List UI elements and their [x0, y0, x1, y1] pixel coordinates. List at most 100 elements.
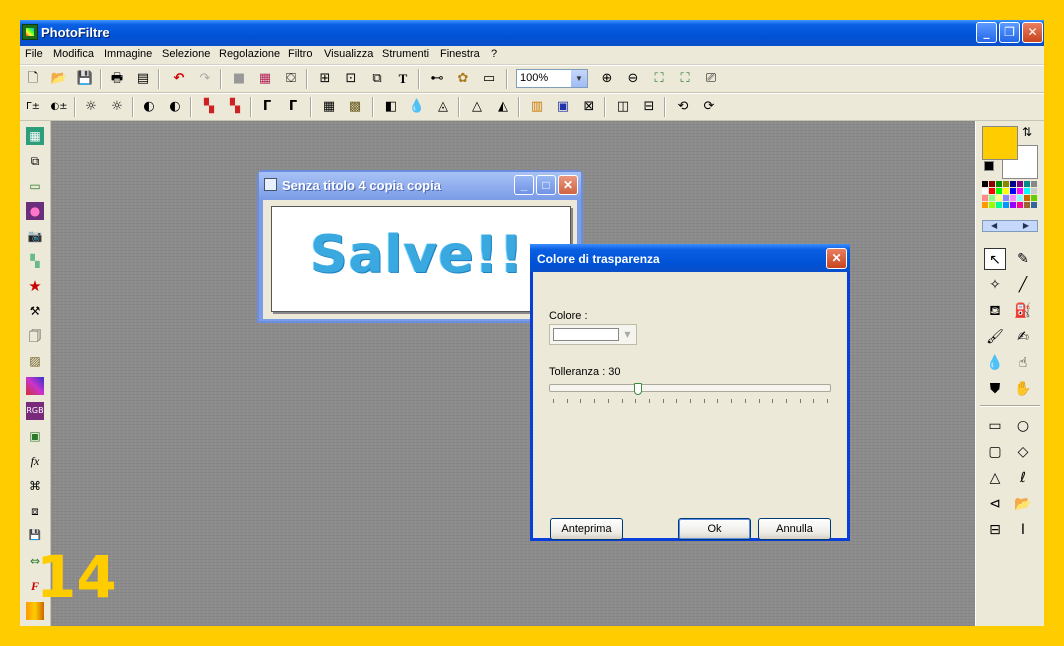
- rounded-rectangle-selection-icon[interactable]: ▢: [984, 441, 1006, 463]
- explorer-icon[interactable]: ⊷: [428, 70, 446, 88]
- drop-small-icon[interactable]: 💧: [408, 98, 426, 116]
- foreground-color-swatch[interactable]: [982, 126, 1018, 160]
- ok-button[interactable]: Ok: [678, 518, 751, 540]
- camera-icon[interactable]: 📷: [26, 227, 44, 245]
- smudge-tool-icon[interactable]: ☝: [1012, 352, 1034, 374]
- color-grid-icon[interactable]: ▦: [256, 70, 274, 88]
- function-icon[interactable]: fx: [26, 452, 44, 470]
- menu-visualizza[interactable]: Visualizza: [324, 48, 373, 60]
- palette-navigation[interactable]: ◀ ▶: [982, 220, 1038, 232]
- sharpen-more-icon[interactable]: ◭: [494, 98, 512, 116]
- load-selection-icon[interactable]: 📂: [1012, 493, 1034, 515]
- scanner-icon[interactable]: ▤: [134, 70, 152, 88]
- rotate-left-icon[interactable]: ⟲: [674, 98, 692, 116]
- advanced-brush-tool-icon[interactable]: ✍: [1012, 326, 1034, 348]
- app-icon[interactable]: [22, 24, 38, 40]
- rectangle-selection-icon[interactable]: ▭: [984, 415, 1006, 437]
- menu-strumenti[interactable]: Strumenti: [382, 48, 429, 60]
- flip-horizontal-icon[interactable]: ◫: [614, 98, 632, 116]
- grayscale-icon[interactable]: ◧: [382, 98, 400, 116]
- polygon-selection-icon[interactable]: ⊲: [984, 493, 1006, 515]
- texture-icon[interactable]: ▩: [346, 98, 364, 116]
- auto-contrast-icon[interactable]: ◐±: [50, 98, 68, 116]
- blur-tool-icon[interactable]: 💧: [984, 352, 1006, 374]
- redo-icon[interactable]: ↷: [196, 70, 214, 88]
- grid-icon[interactable]: ▦: [320, 98, 338, 116]
- picture-icon[interactable]: ▨: [26, 352, 44, 370]
- print-icon[interactable]: 🖶: [108, 70, 126, 88]
- page-curl-icon[interactable]: 🗍: [26, 327, 44, 345]
- spray-tool-icon[interactable]: ⛽: [1012, 300, 1034, 322]
- tiles-icon[interactable]: ▚: [26, 252, 44, 270]
- stamp-tool-icon[interactable]: ⛊: [984, 378, 1006, 400]
- star-icon[interactable]: ★: [26, 277, 44, 295]
- triangle-selection-icon[interactable]: △: [984, 467, 1006, 489]
- effect-icon[interactable]: ⊠: [580, 98, 598, 116]
- saturation-plus-icon[interactable]: ▚: [226, 98, 244, 116]
- image-canvas[interactable]: Salve!!: [271, 206, 571, 312]
- brightness-plus-icon[interactable]: ☼: [108, 98, 126, 116]
- transparency-icon[interactable]: ⛋: [282, 70, 300, 88]
- clover-icon[interactable]: ⌘: [26, 477, 44, 495]
- contrast-minus-icon[interactable]: ◐: [140, 98, 158, 116]
- swap-colors-icon[interactable]: ⇅: [1022, 125, 1032, 139]
- gamma-plus-icon[interactable]: Γ: [284, 98, 302, 116]
- tolerance-slider-track[interactable]: [549, 384, 831, 392]
- chevron-down-icon[interactable]: ▼: [571, 70, 587, 87]
- sharpen-icon[interactable]: △: [468, 98, 486, 116]
- flip-vertical-icon[interactable]: ⊟: [640, 98, 658, 116]
- menu-file[interactable]: File: [25, 48, 43, 60]
- rgb-icon[interactable]: RGB: [26, 402, 44, 420]
- diamond-selection-icon[interactable]: ◇: [1012, 441, 1034, 463]
- save-icon[interactable]: 💾: [76, 70, 94, 88]
- text-selection-icon[interactable]: Ⅰ: [1012, 519, 1034, 541]
- image-close-button[interactable]: ✕: [558, 175, 578, 195]
- pointer-tool-icon[interactable]: ↖: [984, 248, 1006, 270]
- outline-icon[interactable]: ⧈: [26, 502, 44, 520]
- chevron-right-icon[interactable]: ▶: [1023, 221, 1029, 231]
- menu-selezione[interactable]: Selezione: [162, 48, 210, 60]
- restore-button[interactable]: ❐: [999, 22, 1020, 43]
- display-icon[interactable]: ▭: [26, 177, 44, 195]
- canvas-size-icon[interactable]: ⊞: [316, 70, 334, 88]
- menu-finestra[interactable]: Finestra: [440, 48, 480, 60]
- minimize-button[interactable]: _: [976, 22, 997, 43]
- magic-wand-tool-icon[interactable]: ✧: [984, 274, 1006, 296]
- brightness-minus-icon[interactable]: ☼: [82, 98, 100, 116]
- reset-colors-icon[interactable]: [984, 161, 994, 171]
- text-tool-icon[interactable]: T: [394, 70, 412, 88]
- image-window-titlebar[interactable]: Senza titolo 4 copia copia _ □ ✕: [259, 172, 581, 198]
- chevron-left-icon[interactable]: ◀: [991, 221, 997, 231]
- frame-icon[interactable]: ▣: [26, 427, 44, 445]
- chevron-down-icon[interactable]: ▼: [621, 328, 634, 341]
- gradient-fill-icon[interactable]: [26, 377, 44, 395]
- fill-gray-icon[interactable]: ■: [230, 70, 248, 88]
- brush-tool-icon[interactable]: 🖌: [984, 326, 1006, 348]
- calculator-icon[interactable]: ▦: [26, 127, 44, 145]
- dialog-titlebar[interactable]: Colore di trasparenza ✕: [530, 244, 850, 272]
- rotate-right-icon[interactable]: ⟳: [700, 98, 718, 116]
- monitor-icon[interactable]: ▣: [554, 98, 572, 116]
- open-folder-icon[interactable]: 📂: [50, 70, 68, 88]
- ellipse-selection-icon[interactable]: ○: [1012, 415, 1034, 437]
- plugins-icon[interactable]: ✿: [454, 70, 472, 88]
- saturation-minus-icon[interactable]: ▚: [200, 98, 218, 116]
- new-file-icon[interactable]: 🗋: [24, 70, 42, 88]
- fit-window-icon[interactable]: ⛶: [676, 70, 694, 88]
- line-tool-icon[interactable]: ╱: [1012, 274, 1034, 296]
- sphere-icon[interactable]: ●: [26, 202, 44, 220]
- fill-bucket-tool-icon[interactable]: ⛾: [984, 300, 1006, 322]
- eyedropper-tool-icon[interactable]: ✎: [1012, 248, 1034, 270]
- color-dropdown[interactable]: ▼: [549, 324, 637, 345]
- zoom-select[interactable]: 100% ▼: [516, 69, 588, 88]
- color-palette[interactable]: [982, 181, 1038, 217]
- tolerance-slider-thumb[interactable]: [634, 383, 642, 395]
- dialog-close-button[interactable]: ✕: [826, 248, 847, 269]
- image-maximize-button[interactable]: □: [536, 175, 556, 195]
- contrast-plus-icon[interactable]: ◐: [166, 98, 184, 116]
- zoom-in-icon[interactable]: ⊕: [598, 70, 616, 88]
- menu-filtro[interactable]: Filtro: [288, 48, 312, 60]
- gamma-minus-icon[interactable]: Γ: [258, 98, 276, 116]
- fullscreen-icon[interactable]: ⎚: [702, 70, 720, 88]
- menu-immagine[interactable]: Immagine: [104, 48, 152, 60]
